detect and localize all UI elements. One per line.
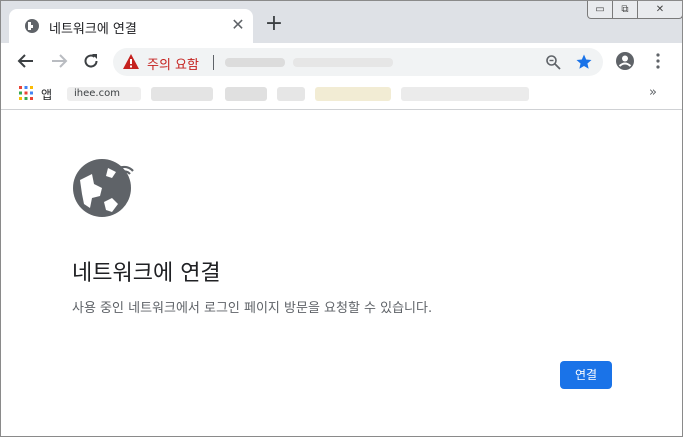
profile-button[interactable] xyxy=(613,49,637,73)
back-button[interactable] xyxy=(14,49,38,73)
bookmark-site-label[interactable]: ihee.com xyxy=(74,88,120,99)
tab-title: 네트워크에 연결 xyxy=(49,22,137,37)
page-content: 네트워크에 연결 사용 중인 네트워크에서 로그인 페이지 방문을 요청할 수 … xyxy=(1,110,682,436)
page-description: 사용 중인 네트워크에서 로그인 페이지 방문을 요청할 수 있습니다. xyxy=(72,301,433,316)
forward-arrow-icon xyxy=(52,54,68,68)
zoom-icon[interactable] xyxy=(545,54,561,70)
warning-triangle-icon xyxy=(123,54,139,69)
bookmark-item[interactable] xyxy=(401,87,529,101)
toolbar: 주의 요함 xyxy=(1,43,682,79)
tab-active[interactable]: 네트워크에 연결 ✕ xyxy=(9,9,253,43)
bookmark-item[interactable] xyxy=(277,87,305,101)
back-arrow-icon xyxy=(17,54,33,68)
bookmark-star-icon[interactable] xyxy=(575,53,593,71)
reload-button[interactable] xyxy=(79,49,103,73)
kebab-menu-icon xyxy=(656,53,660,69)
omnibox-divider xyxy=(213,55,214,70)
forward-button[interactable] xyxy=(47,49,71,73)
globe-favicon-icon xyxy=(25,19,39,33)
maximize-button[interactable]: ⧉ xyxy=(612,1,638,19)
tab-strip: 네트워크에 연결 ✕ + ▭ ⧉ ✕ xyxy=(1,1,682,43)
bookmark-item[interactable] xyxy=(315,87,391,101)
apps-label[interactable]: 앱 xyxy=(41,86,52,103)
address-bar[interactable]: 주의 요함 xyxy=(113,48,603,76)
close-window-button[interactable]: ✕ xyxy=(637,1,682,19)
url-redacted-segment xyxy=(293,58,393,67)
account-circle-icon xyxy=(616,52,634,70)
apps-grid-icon[interactable] xyxy=(19,86,33,100)
browser-window: 네트워크에 연결 ✕ + ▭ ⧉ ✕ 주의 요함 앱 ihee.com » 네트… xyxy=(0,0,683,437)
tab-close-icon[interactable]: ✕ xyxy=(230,17,246,33)
connect-button[interactable]: 연결 xyxy=(560,361,612,389)
bookmark-item[interactable] xyxy=(151,87,213,101)
menu-button[interactable] xyxy=(646,49,670,73)
new-tab-button[interactable]: + xyxy=(264,13,284,35)
url-redacted-segment xyxy=(225,58,285,67)
bookmarks-bar: 앱 ihee.com » xyxy=(1,79,682,110)
minimize-button[interactable]: ▭ xyxy=(587,1,613,19)
bookmarks-overflow-chevron[interactable]: » xyxy=(649,85,657,100)
page-title: 네트워크에 연결 xyxy=(72,261,221,286)
bookmark-item[interactable] xyxy=(225,87,267,101)
reload-icon xyxy=(84,54,98,68)
security-status-label[interactable]: 주의 요함 xyxy=(147,54,199,73)
network-globe-icon xyxy=(73,159,134,217)
